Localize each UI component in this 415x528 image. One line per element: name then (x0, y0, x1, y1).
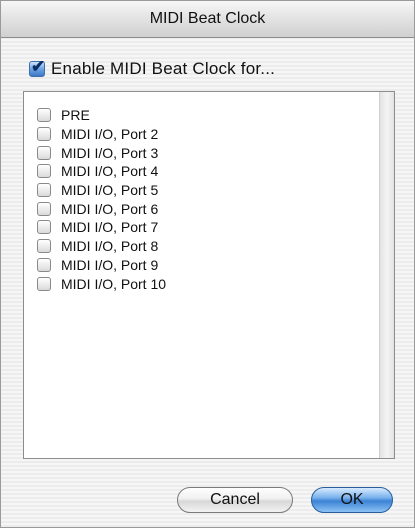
port-checkbox[interactable] (37, 183, 51, 198)
port-label: MIDI I/O, Port 10 (61, 275, 167, 292)
port-label: MIDI I/O, Port 4 (61, 163, 159, 180)
port-label: MIDI I/O, Port 3 (61, 144, 159, 161)
port-label: MIDI I/O, Port 5 (61, 182, 159, 199)
port-label: MIDI I/O, Port 9 (61, 256, 159, 273)
port-item-port-2[interactable]: MIDI I/O, Port 2 (37, 125, 166, 144)
enable-beat-clock-row[interactable]: ✔ Enable MIDI Beat Clock for... (29, 57, 275, 81)
port-checkbox[interactable] (37, 201, 51, 216)
port-checkbox[interactable] (37, 239, 51, 254)
port-label: PRE (61, 107, 90, 124)
port-list: PRE MIDI I/O, Port 2 MIDI I/O, Port 3 MI… (37, 106, 166, 293)
port-item-port-6[interactable]: MIDI I/O, Port 6 (37, 199, 166, 218)
port-item-port-10[interactable]: MIDI I/O, Port 10 (37, 274, 166, 293)
port-checkbox[interactable] (37, 220, 51, 235)
port-item-port-9[interactable]: MIDI I/O, Port 9 (37, 256, 166, 275)
enable-beat-clock-label[interactable]: Enable MIDI Beat Clock for... (51, 59, 275, 79)
port-item-port-5[interactable]: MIDI I/O, Port 5 (37, 181, 166, 200)
window-title: MIDI Beat Clock (149, 10, 266, 27)
port-item-pre[interactable]: PRE (37, 106, 166, 125)
port-checkbox[interactable] (37, 164, 51, 179)
port-label: MIDI I/O, Port 2 (61, 126, 159, 143)
port-item-port-7[interactable]: MIDI I/O, Port 7 (37, 218, 166, 237)
enable-beat-clock-checkbox[interactable]: ✔ (29, 57, 45, 77)
port-item-port-4[interactable]: MIDI I/O, Port 4 (37, 162, 166, 181)
dialog-window: MIDI Beat Clock ✔ Enable MIDI Beat Clock… (0, 0, 415, 528)
port-item-port-8[interactable]: MIDI I/O, Port 8 (37, 237, 166, 256)
port-checkbox[interactable] (37, 108, 51, 123)
checkmark-icon: ✔ (31, 57, 46, 76)
port-checkbox[interactable] (37, 276, 51, 291)
port-list-box: PRE MIDI I/O, Port 2 MIDI I/O, Port 3 MI… (23, 91, 395, 459)
ok-button[interactable]: OK (311, 487, 393, 513)
scrollbar-track[interactable] (379, 92, 394, 458)
port-checkbox[interactable] (37, 257, 51, 272)
port-item-port-3[interactable]: MIDI I/O, Port 3 (37, 143, 166, 162)
port-checkbox[interactable] (37, 145, 51, 160)
port-label: MIDI I/O, Port 8 (61, 238, 159, 255)
port-checkbox[interactable] (37, 127, 51, 142)
cancel-button[interactable]: Cancel (177, 487, 293, 513)
port-label: MIDI I/O, Port 6 (61, 200, 159, 217)
title-bar[interactable]: MIDI Beat Clock (1, 1, 414, 38)
port-label: MIDI I/O, Port 7 (61, 219, 159, 236)
